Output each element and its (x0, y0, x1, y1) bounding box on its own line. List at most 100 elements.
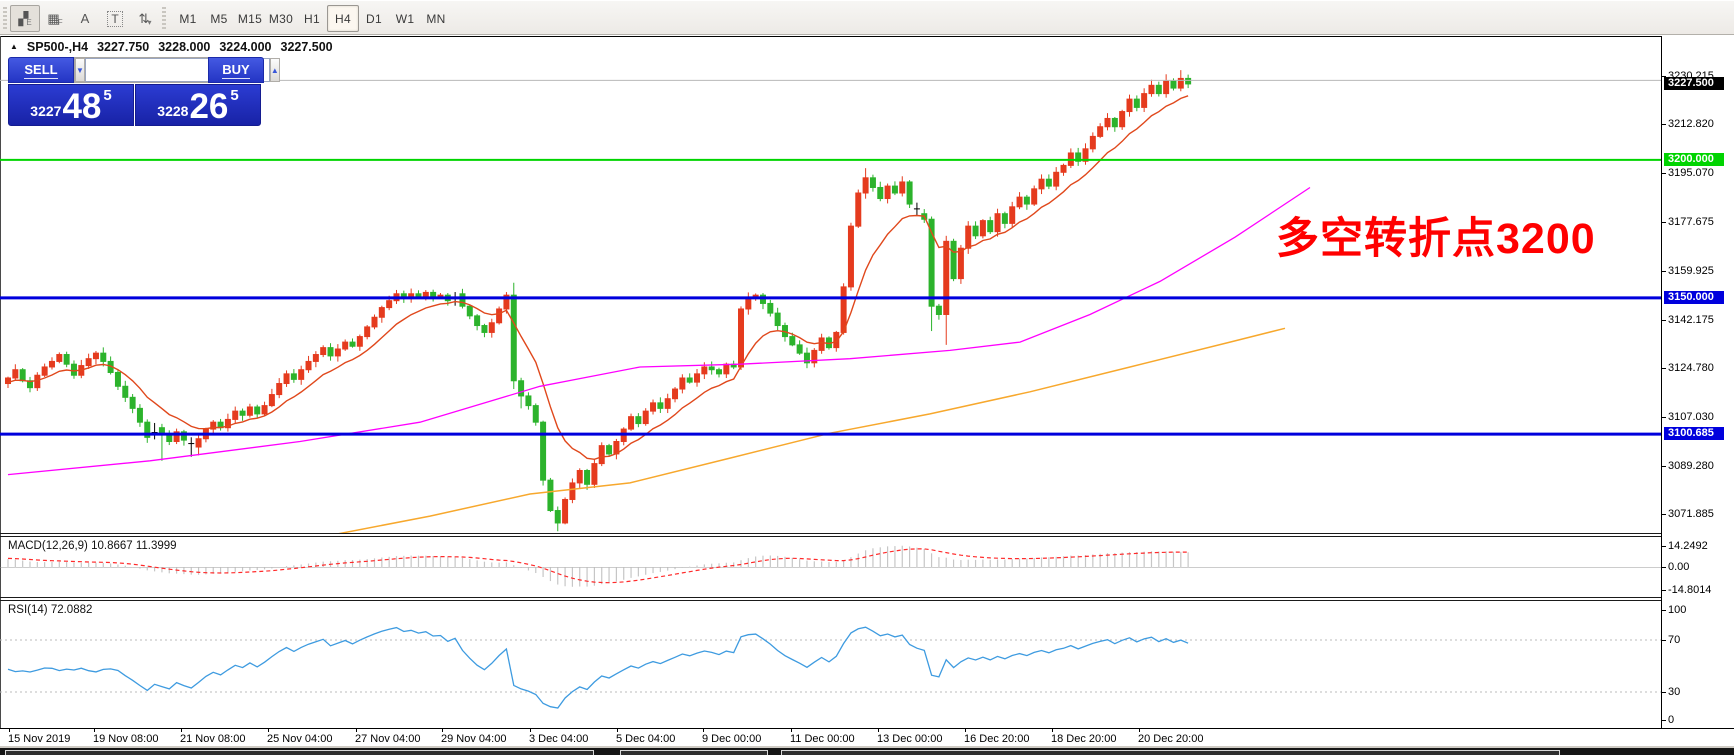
candle (709, 361, 714, 374)
candle (13, 364, 18, 380)
candle (570, 478, 575, 503)
chart-window: ▲ SP500-,H4 3227.750 3228.000 3224.000 3… (0, 36, 1734, 746)
date-label: 5 Dec 04:00 (616, 733, 675, 745)
toolbar-grip[interactable] (3, 7, 7, 29)
volume-decrease-button[interactable]: ▼ (75, 58, 85, 82)
candle (1068, 148, 1073, 168)
candle (988, 217, 993, 234)
rsi-axis-label: 100 (1668, 604, 1686, 616)
candle (306, 356, 311, 373)
one-click-trade-panel: SELL ▼ ▲ BUY 3227 48 5 3228 26 5 (8, 57, 264, 126)
buy-button[interactable]: BUY (208, 57, 264, 83)
timeframe-button-W1[interactable]: W1 (389, 5, 421, 32)
green-line-badge: 3200.000 (1664, 153, 1724, 166)
time-axis[interactable]: 15 Nov 201919 Nov 08:0021 Nov 08:0025 No… (0, 728, 1734, 746)
candle (717, 368, 722, 378)
candle (1134, 95, 1139, 111)
candle (343, 339, 348, 350)
candle (64, 352, 69, 368)
timeframe-button-M30[interactable]: M30 (265, 5, 297, 32)
candle (760, 293, 765, 309)
timeframe-button-H4[interactable]: H4 (327, 5, 359, 32)
buy-price-big: 26 (189, 93, 228, 122)
taskbar-window-button[interactable] (781, 750, 1560, 755)
expert-advisor-chart-icon-sub: E (26, 18, 31, 27)
candle (321, 345, 326, 357)
sell-price-tile[interactable]: 3227 48 5 (8, 84, 134, 126)
timeframe-button-MN[interactable]: MN (420, 5, 452, 32)
timeframe-button-D1[interactable]: D1 (358, 5, 390, 32)
candle (907, 180, 912, 208)
candle (350, 338, 355, 347)
macd-pane[interactable] (0, 537, 1661, 597)
date-label: 16 Dec 20:00 (964, 733, 1029, 745)
price-tick: 3107.030 (1668, 411, 1714, 423)
candle (746, 292, 751, 314)
candle (218, 419, 223, 431)
toolbar-grip-2[interactable] (162, 7, 166, 29)
ohlc-low: 3224.000 (219, 40, 271, 54)
candle (277, 378, 282, 398)
candle (174, 429, 179, 444)
candle (35, 372, 40, 391)
expert-advisor-chart-icon[interactable]: ▞E (10, 5, 40, 32)
collapse-panel-icon[interactable]: ▲ (10, 42, 18, 51)
candle (1186, 75, 1191, 88)
candle (555, 507, 560, 532)
price-axis[interactable]: 3230.2153212.8203195.0703177.6753159.925… (1662, 36, 1734, 746)
timeframe-button-M1[interactable]: M1 (172, 5, 204, 32)
data-window-grid-icon[interactable]: ▦F (40, 5, 70, 32)
blue-line-badge-3100: 3100.685 (1664, 427, 1724, 440)
mt4-application-window: ▞E▦FAT ⇅▾ M1M5M15M30H1H4D1W1MN ▲ SP500-,H… (0, 0, 1734, 755)
candle (980, 219, 985, 238)
candle (1010, 202, 1015, 228)
timeframe-button-M5[interactable]: M5 (203, 5, 235, 32)
candle (167, 430, 172, 445)
price-tick: 3124.780 (1668, 362, 1714, 374)
candle (541, 421, 546, 486)
chart-title: ▲ SP500-,H4 3227.750 3228.000 3224.000 3… (10, 40, 333, 54)
candle (995, 209, 1000, 237)
date-label: 29 Nov 04:00 (441, 733, 506, 745)
candle (475, 314, 480, 330)
candle (409, 289, 414, 303)
sell-button[interactable]: SELL (8, 57, 74, 83)
rsi-axis-label: 0 (1668, 714, 1674, 726)
crosshair-cycle-icon[interactable]: ⇅▾ (130, 5, 160, 32)
candle (651, 400, 656, 415)
toolbar: ▞E▦FAT ⇅▾ M1M5M15M30H1H4D1W1MN (0, 0, 1734, 35)
candle (482, 324, 487, 337)
taskbar-window-button[interactable] (5, 750, 594, 755)
candle (812, 348, 817, 367)
macd-axis-label: 14.2492 (1668, 540, 1708, 552)
text-label-tool-icon-glyph: T (107, 11, 122, 27)
macd-axis-label: 0.00 (1668, 561, 1689, 573)
candle (57, 352, 62, 363)
candle (1120, 110, 1125, 130)
buy-price-tile[interactable]: 3228 26 5 (135, 84, 261, 126)
candle (621, 427, 626, 445)
timeframe-button-H1[interactable]: H1 (296, 5, 328, 32)
rsi-pane[interactable] (0, 601, 1661, 728)
volume-increase-button[interactable]: ▲ (270, 58, 280, 82)
arrow-tool-icon[interactable]: A (70, 5, 100, 32)
candle (71, 360, 76, 378)
candle (49, 357, 54, 369)
timeframe-button-M15[interactable]: M15 (234, 5, 266, 32)
candle (695, 369, 700, 387)
rsi-label: RSI(14) 72.0882 (8, 604, 92, 616)
candle (115, 369, 120, 390)
candle (284, 370, 289, 387)
taskbar-window-button[interactable] (620, 750, 768, 755)
candle (181, 430, 186, 446)
candle (966, 221, 971, 254)
text-label-tool-icon[interactable]: T (100, 5, 130, 32)
candle (643, 408, 648, 426)
bid-price-badge: 3227.500 (1664, 77, 1724, 90)
candle (739, 306, 744, 370)
pane-splitter[interactable] (0, 597, 1734, 598)
pane-splitter[interactable] (0, 533, 1734, 534)
candle (1002, 212, 1007, 229)
candle (819, 334, 824, 354)
rsi-axis-label: 30 (1668, 686, 1680, 698)
